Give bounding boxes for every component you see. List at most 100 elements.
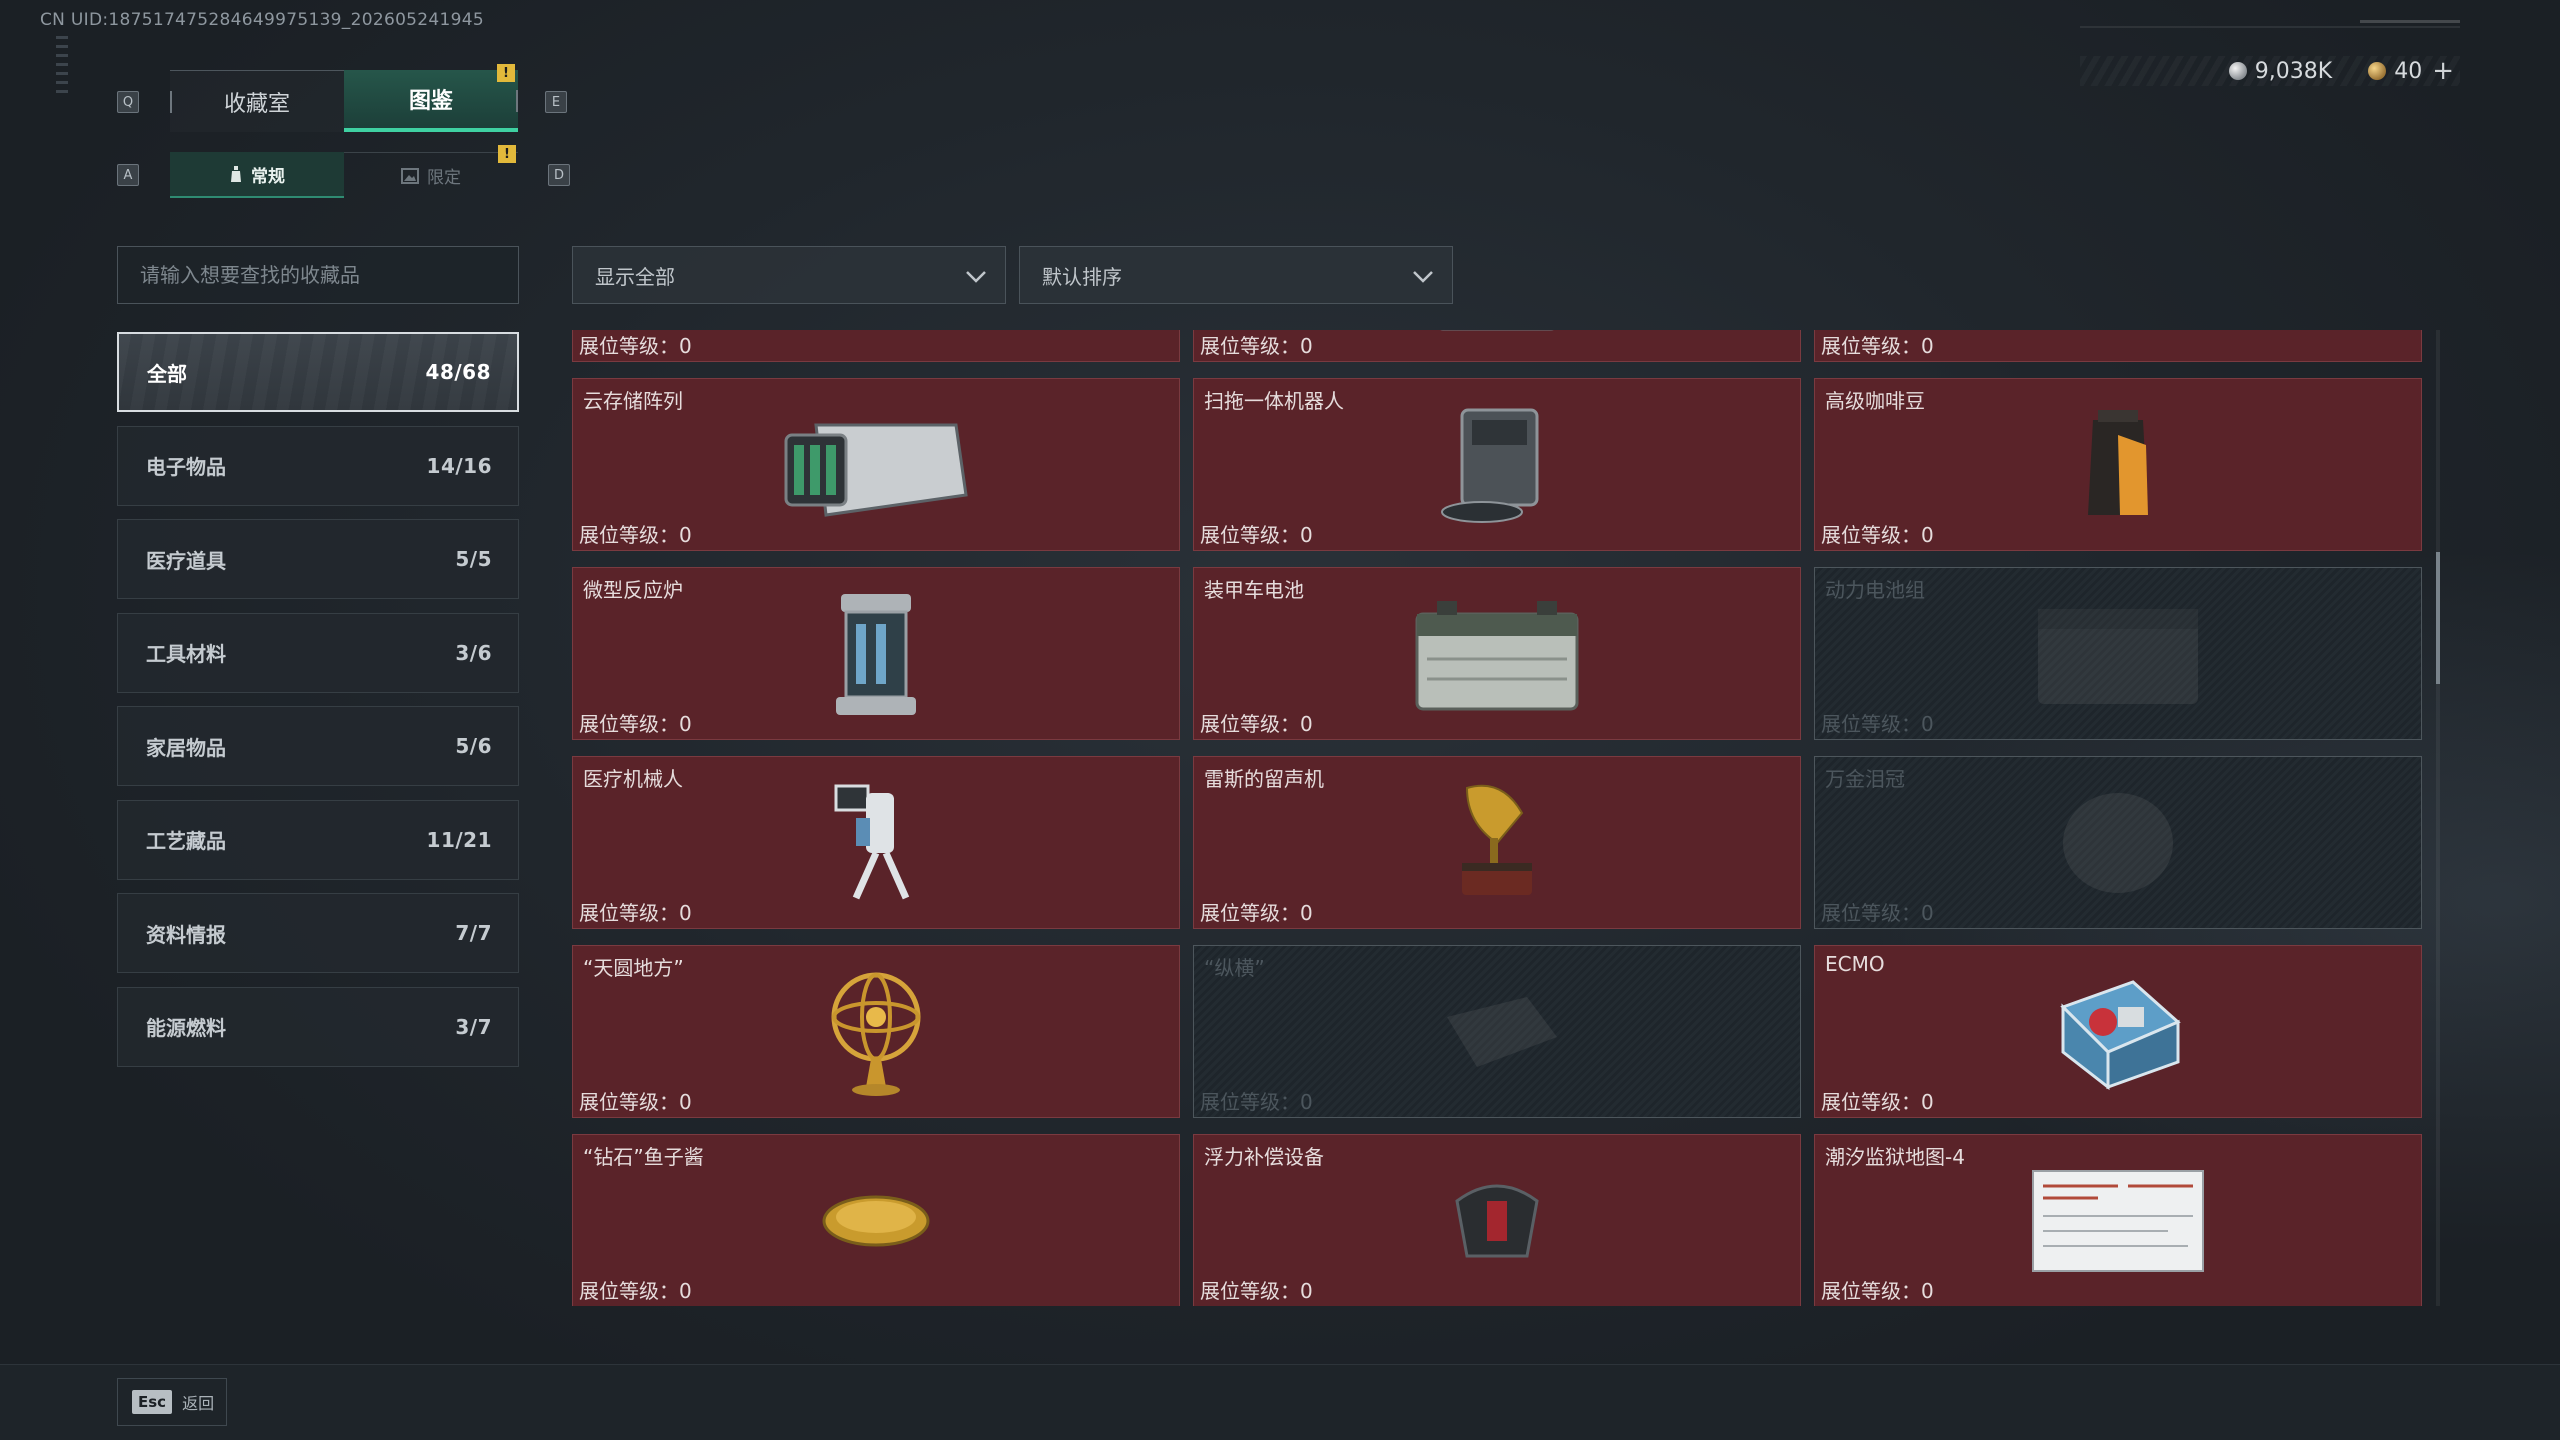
category-all[interactable]: 全部 48/68 [117,332,519,412]
category-label: 工具材料 [146,642,226,666]
category-crafts[interactable]: 工艺藏品 11/21 [117,799,519,880]
category-count: 3/7 [455,1014,492,1039]
sort-value: 默认排序 [1042,264,1122,289]
item-grid: 展位等级：0 展位等级：0 展位等级：0 云存储阵列 展位等级：0 扫拖一体机器… [572,330,2426,1306]
back-button[interactable]: Esc 返回 [117,1378,227,1426]
grid-scrollbar-thumb[interactable] [2436,552,2440,684]
item-card[interactable]: 潮汐监狱地图-4 展位等级：0 [1814,1134,2422,1306]
item-name: 微型反应炉 [583,578,683,602]
category-electronics[interactable]: 电子物品 14/16 [117,425,519,506]
ecmo-icon [2060,979,2181,1090]
item-card[interactable]: 医疗机械人 展位等级：0 [572,756,1180,929]
category-count: 3/6 [455,640,492,665]
item-card[interactable]: 微型反应炉 展位等级：0 [572,567,1180,740]
category-count: 14/16 [426,453,492,478]
item-name: 装甲车电池 [1204,578,1304,602]
category-tools[interactable]: 工具材料 3/6 [117,612,519,693]
item-name: 浮力补偿设备 [1204,1145,1324,1169]
top-divider-accent [2360,20,2460,23]
item-card[interactable]: 展位等级：0 [572,330,1180,362]
item-level: 展位等级：0 [1821,901,1934,925]
item-level: 展位等级：0 [1821,334,1934,358]
item-card[interactable]: 展位等级：0 [1193,330,1801,362]
footer-bar [0,1364,2560,1440]
decorative-lines [56,36,68,96]
add-currency-button[interactable]: + [2432,56,2454,86]
sub-tabs: 常规 限定 [170,152,518,198]
category-count: 7/7 [455,921,492,945]
item-level: 展位等级：0 [579,712,692,736]
silver-coin-icon [2228,62,2247,80]
reactor-icon [836,593,916,715]
item-level: 展位等级：0 [1200,1090,1313,1114]
item-card[interactable]: “钻石”鱼子酱 展位等级：0 [572,1134,1180,1306]
item-name: 万金泪冠 [1825,767,1905,791]
armillary-sphere-icon [831,972,921,1096]
category-list: 全部 48/68 电子物品 14/16 医疗道具 5/5 工具材料 3/6 家居物品 5/… [117,332,519,1080]
item-level: 展位等级：0 [1200,523,1313,547]
gold-amount: 40 [2394,58,2423,84]
filter-dropdown[interactable]: 显示全部 [572,246,1006,304]
item-card[interactable]: 展位等级：0 [1814,330,2422,362]
category-count: 48/68 [425,360,491,384]
tab-label: 图鉴 [408,89,453,114]
item-card[interactable]: ECMO 展位等级：0 [1814,945,2422,1118]
item-card[interactable]: 云存储阵列 展位等级：0 [572,378,1180,551]
item-card[interactable]: 装甲车电池 展位等级：0 [1193,567,1801,740]
tab-collection-room[interactable]: 收藏室 [170,70,344,132]
gramophone-icon [1462,784,1532,895]
silver-amount: 9,038K [2254,58,2333,84]
tab-codex[interactable]: 图鉴 [344,70,518,132]
buoyancy-device-icon [1455,1184,1539,1257]
item-level: 展位等级：0 [1200,901,1313,925]
category-household[interactable]: 家居物品 5/6 [117,706,519,786]
key-hint-d: D [548,164,570,186]
tab-label: 收藏室 [223,91,290,117]
item-card[interactable]: 扫拖一体机器人 展位等级：0 [1193,378,1801,551]
category-label: 电子物品 [146,455,226,479]
category-label: 医疗道具 [146,548,226,573]
item-card[interactable]: 雷斯的留声机 展位等级：0 [1193,756,1801,929]
item-name: 潮汐监狱地图-4 [1825,1145,1965,1169]
key-hint-q: Q [117,91,139,113]
item-level: 展位等级：0 [1200,1279,1313,1303]
item-level: 展位等级：0 [579,523,692,547]
subtab-regular[interactable]: 常规 [170,152,344,198]
item-level: 展位等级：0 [579,334,692,358]
category-count: 11/21 [426,827,492,852]
item-card-locked[interactable]: “纵横” 展位等级：0 [1193,945,1801,1118]
key-hint-e: E [545,91,567,113]
category-intel[interactable]: 资料情报 7/7 [117,893,519,973]
sort-dropdown[interactable]: 默认排序 [1019,246,1453,304]
item-level: 展位等级：0 [579,1279,692,1303]
search-input[interactable] [117,246,519,304]
category-energy[interactable]: 能源燃料 3/7 [117,986,519,1067]
gold-currency: 40 [2368,59,2422,84]
filter-value: 显示全部 [595,264,675,289]
subtab-label: 限定 [427,168,461,188]
picture-icon [401,167,419,184]
subtab-limited[interactable]: 限定 [344,152,518,198]
item-name: ECMO [1825,952,1885,976]
category-medical[interactable]: 医疗道具 5/5 [117,519,519,599]
grid-scrollbar-track[interactable] [2436,330,2440,1306]
storage-array-icon [784,423,968,517]
category-count: 5/6 [455,734,492,758]
item-card[interactable]: 高级咖啡豆 展位等级：0 [1814,378,2422,551]
esc-key-hint: Esc [132,1390,173,1414]
item-card-locked[interactable]: 万金泪冠 展位等级：0 [1814,756,2422,929]
item-level: 展位等级：0 [1821,712,1934,736]
chevron-down-icon [1413,271,1433,283]
item-name: “纵横” [1204,956,1265,980]
item-level: 展位等级：0 [579,1090,692,1114]
floor-washer-icon [2078,330,2158,346]
item-card[interactable]: “天圆地方” 展位等级：0 [572,945,1180,1118]
subtab-notification-badge: ! [498,145,516,163]
item-card-locked[interactable]: 动力电池组 展位等级：0 [1814,567,2422,740]
category-label: 全部 [147,361,187,386]
chevron-down-icon [966,271,986,283]
item-level: 展位等级：0 [1821,1090,1934,1114]
item-level: 展位等级：0 [1200,334,1313,358]
caviar-tin-icon [822,1195,930,1246]
item-card[interactable]: 浮力补偿设备 展位等级：0 [1193,1134,1801,1306]
